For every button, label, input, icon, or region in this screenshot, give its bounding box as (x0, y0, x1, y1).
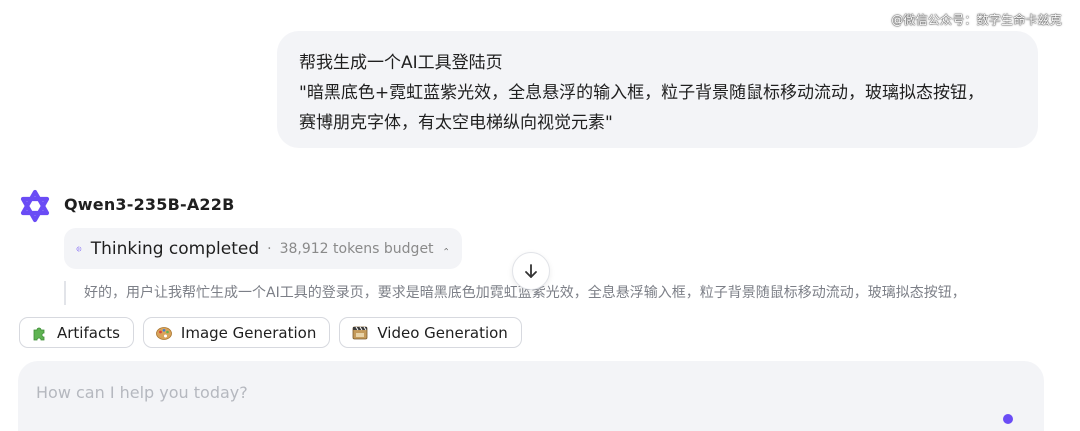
palette-icon (156, 326, 172, 340)
video-generation-label: Video Generation (377, 323, 508, 342)
arrow-down-icon (525, 264, 537, 278)
scroll-to-bottom-button[interactable] (512, 252, 550, 290)
puzzle-icon (33, 327, 45, 340)
chevron-up-icon[interactable] (443, 244, 448, 254)
qwen-logo-icon (20, 189, 50, 223)
image-generation-label: Image Generation (180, 323, 317, 342)
watermark-text: @微信公众号：数字生命卡兹克 (891, 13, 1062, 27)
separator-dot: · (267, 240, 272, 257)
user-message-bubble: 帮我生成一个AI工具登陆页 "暗黑底色+霓虹蓝紫光效，全息悬浮的输入框，粒子背景… (277, 31, 1038, 148)
artifacts-label: Artifacts (57, 323, 120, 342)
user-message-line: 帮我生成一个AI工具登陆页 (299, 53, 503, 73)
film-icon (352, 326, 368, 339)
chat-input[interactable] (36, 379, 936, 405)
image-generation-button[interactable]: Image Generation (142, 317, 331, 348)
status-dot-icon (1003, 414, 1013, 424)
chat-composer (18, 361, 1044, 431)
feature-chips: Artifacts Image Generation Video Generat… (19, 317, 522, 348)
model-name: Qwen3-235B-A22B (64, 195, 235, 214)
artifacts-button[interactable]: Artifacts (19, 317, 134, 348)
thought-preview: 好的，用户让我帮忙生成一个AI工具的登录页，要求是暗黑底色加霓虹蓝紫光效，全息悬… (64, 281, 1044, 305)
user-message-line: "暗黑底色+霓虹蓝紫光效，全息悬浮的输入框，粒子背景随鼠标移动流动，玻璃拟态按钮… (299, 83, 985, 103)
thinking-toggle[interactable]: Thinking completed · 38,912 tokens budge… (64, 228, 462, 269)
token-budget-label: 38,912 tokens budget (279, 240, 434, 257)
user-message-line: 赛博朋克字体，有太空电梯纵向视觉元素" (299, 113, 613, 133)
thinking-sparkle-icon (76, 245, 82, 252)
video-generation-button[interactable]: Video Generation (339, 317, 522, 348)
thinking-status-label: Thinking completed (90, 238, 260, 259)
